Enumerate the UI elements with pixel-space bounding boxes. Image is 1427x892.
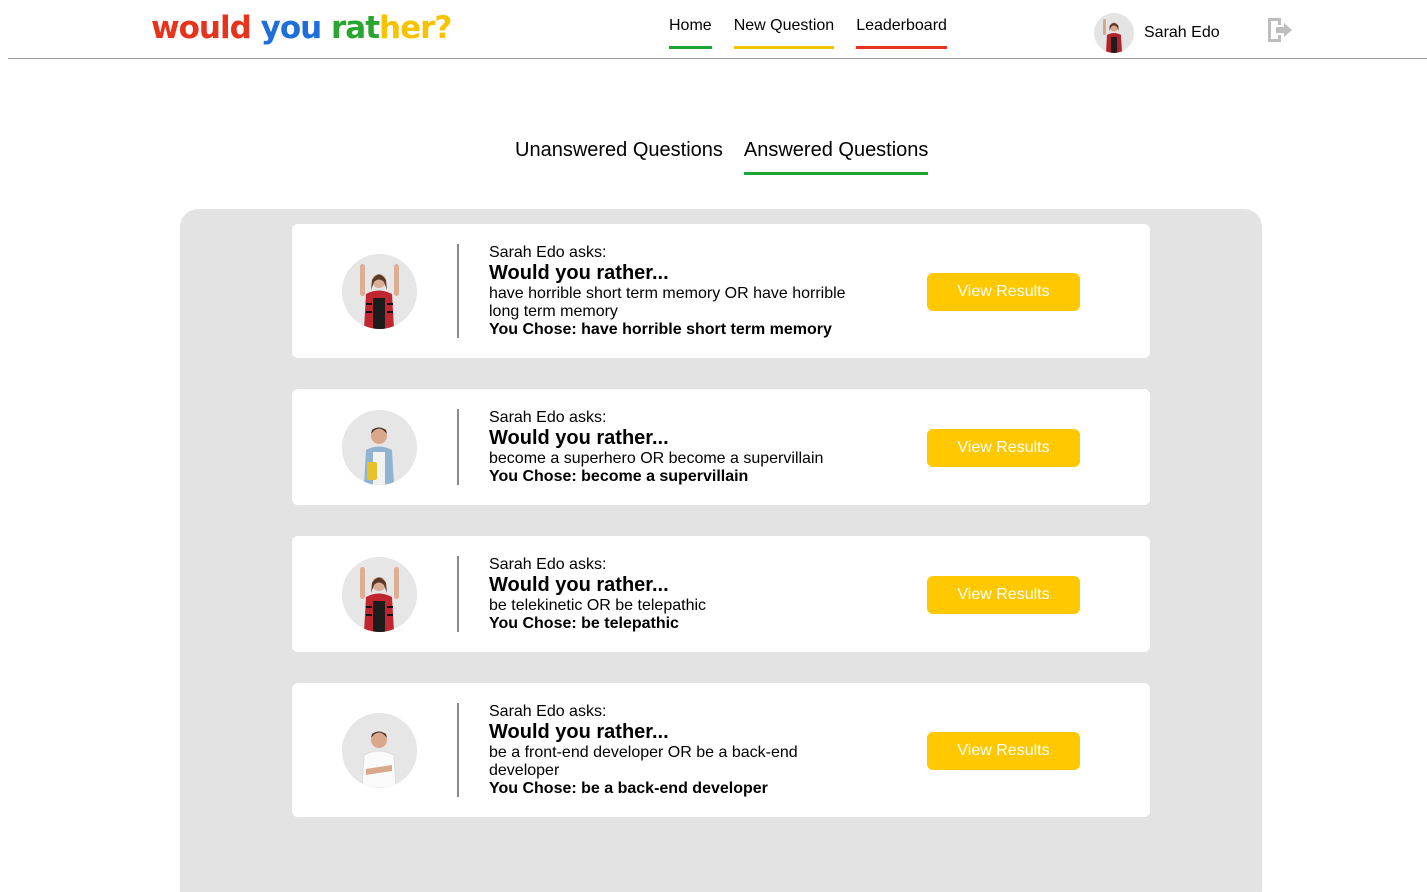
avatar [342,410,417,485]
question-content: Sarah Edo asks: Would you rather... have… [489,244,859,339]
question-author: Sarah Edo asks: [489,703,607,720]
question-card: Sarah Edo asks: Would you rather... beco… [292,389,1150,505]
question-card: Sarah Edo asks: Would you rather... be t… [292,536,1150,652]
card-divider [457,703,459,797]
man-avatar-icon [342,713,417,788]
question-chosen: You Chose: become a supervillain [489,468,749,485]
question-heading: Would you rather... [489,427,669,449]
man-avatar-icon [342,410,417,485]
question-author: Sarah Edo asks: [489,244,607,261]
woman-avatar-icon [342,557,417,632]
woman-avatar-icon [342,254,417,329]
view-results-button[interactable]: View Results [927,273,1080,311]
nav-leaderboard[interactable]: Leaderboard [856,16,947,49]
avatar [342,557,417,632]
question-chosen: You Chose: be a back-end developer [489,780,768,797]
question-chosen: You Chose: have horrible short term memo… [489,321,832,338]
question-tabs: Unanswered Questions Answered Questions [515,137,929,175]
logo-part-rat: rat [331,10,380,46]
app-logo[interactable]: would you rather? [151,8,452,48]
question-content: Sarah Edo asks: Would you rather... be a… [489,703,819,798]
question-heading: Would you rather... [489,721,669,743]
question-heading: Would you rather... [489,262,669,284]
logo-space [321,8,331,48]
logout-button[interactable] [1264,15,1294,45]
logout-icon [1268,18,1292,42]
card-divider [457,409,459,485]
question-author: Sarah Edo asks: [489,409,607,426]
nav-home[interactable]: Home [669,16,712,49]
question-options: be telekinetic OR be telepathic [489,597,707,614]
woman-avatar-icon [1094,13,1134,53]
app-header: would you rather? Home New Question Lead… [8,0,1427,59]
view-results-button[interactable]: View Results [927,429,1080,467]
question-options: be a front-end developer OR be a back-en… [489,744,798,779]
question-options: have horrible short term memory OR have … [489,285,846,320]
user-info: Sarah Edo [1094,13,1220,53]
avatar [342,713,417,788]
question-content: Sarah Edo asks: Would you rather... be t… [489,556,859,633]
logo-part-you: you [260,10,323,46]
user-name: Sarah Edo [1144,24,1220,41]
logo-part-would: would [151,10,252,46]
tab-answered[interactable]: Answered Questions [743,137,929,175]
question-heading: Would you rather... [489,574,669,596]
card-divider [457,244,459,338]
logo-space [251,8,261,48]
nav-new-question[interactable]: New Question [733,16,835,49]
question-options: become a superhero OR become a supervill… [489,450,824,467]
question-card: Sarah Edo asks: Would you rather... have… [292,224,1150,358]
main-nav: Home New Question Leaderboard [669,16,947,49]
tab-unanswered[interactable]: Unanswered Questions [515,137,723,175]
card-divider [457,556,459,632]
question-chosen: You Chose: be telepathic [489,615,679,632]
view-results-button[interactable]: View Results [927,732,1080,770]
question-author: Sarah Edo asks: [489,556,607,573]
logo-part-her: her? [379,10,452,46]
avatar [342,254,417,329]
avatar [1094,13,1134,53]
question-content: Sarah Edo asks: Would you rather... beco… [489,409,859,486]
question-card: Sarah Edo asks: Would you rather... be a… [292,683,1150,817]
view-results-button[interactable]: View Results [927,576,1080,614]
